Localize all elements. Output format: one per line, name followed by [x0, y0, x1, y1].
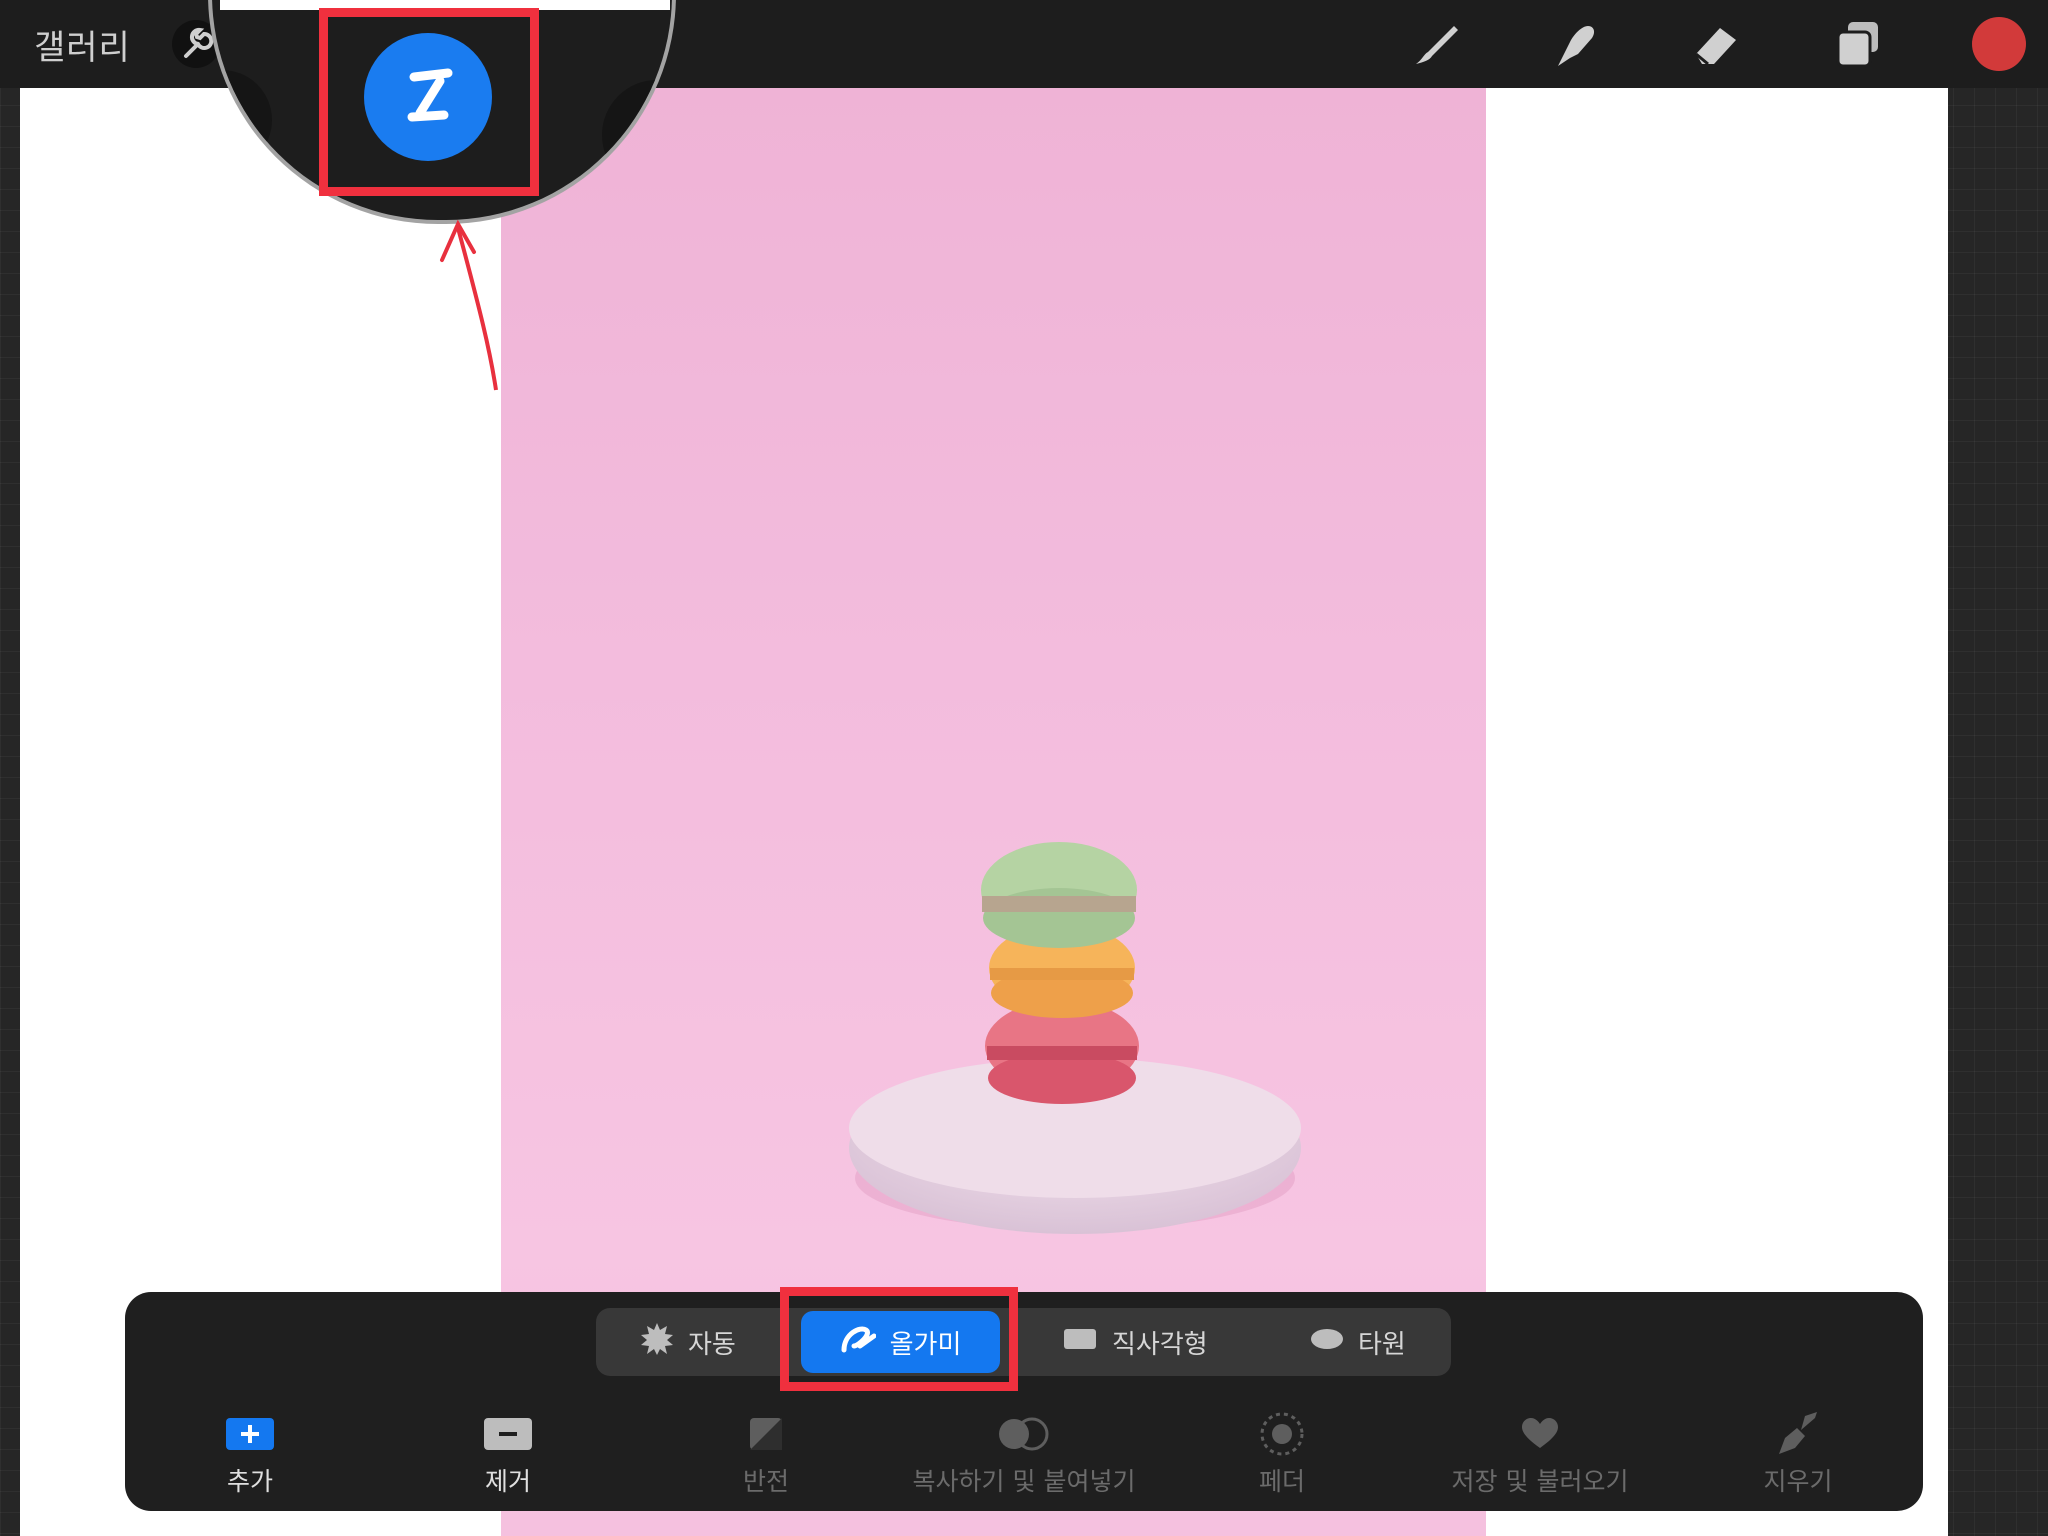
layers-icon[interactable]: [1830, 20, 1886, 68]
add-icon: [120, 1412, 380, 1456]
auto-icon: [640, 1322, 674, 1363]
invert-button[interactable]: 반전: [636, 1412, 896, 1498]
brush-icon[interactable]: [1408, 20, 1464, 68]
smudge-icon[interactable]: [1548, 20, 1604, 68]
add-button[interactable]: 추가: [120, 1412, 380, 1498]
clear-brush-icon: [1668, 1412, 1928, 1456]
remove-icon: [378, 1412, 638, 1456]
feather-button[interactable]: 페더: [1152, 1412, 1412, 1498]
invert-icon: [636, 1412, 896, 1456]
gallery-button[interactable]: 갤러리: [34, 20, 131, 69]
remove-button[interactable]: 제거: [378, 1412, 638, 1498]
heart-icon: [1410, 1412, 1670, 1456]
clear-button[interactable]: 지우기: [1668, 1412, 1928, 1498]
mode-rectangle[interactable]: 직사각형: [1064, 1308, 1208, 1376]
feather-icon: [1152, 1412, 1412, 1456]
save-load-button[interactable]: 저장 및 불러오기: [1410, 1412, 1670, 1498]
highlight-box-selection: [319, 8, 539, 196]
copy-paste-icon: [894, 1412, 1154, 1456]
rectangle-icon: [1064, 1327, 1098, 1358]
ellipse-icon: [1310, 1327, 1344, 1358]
highlight-box-lasso: [780, 1287, 1018, 1391]
annotation-arrow: [440, 219, 498, 391]
mode-ellipse[interactable]: 타원: [1310, 1308, 1406, 1376]
copy-paste-button[interactable]: 복사하기 및 붙여넣기: [894, 1412, 1154, 1498]
color-swatch[interactable]: [1972, 17, 2026, 71]
mode-auto[interactable]: 자동: [640, 1308, 736, 1376]
eraser-icon[interactable]: [1688, 20, 1744, 68]
